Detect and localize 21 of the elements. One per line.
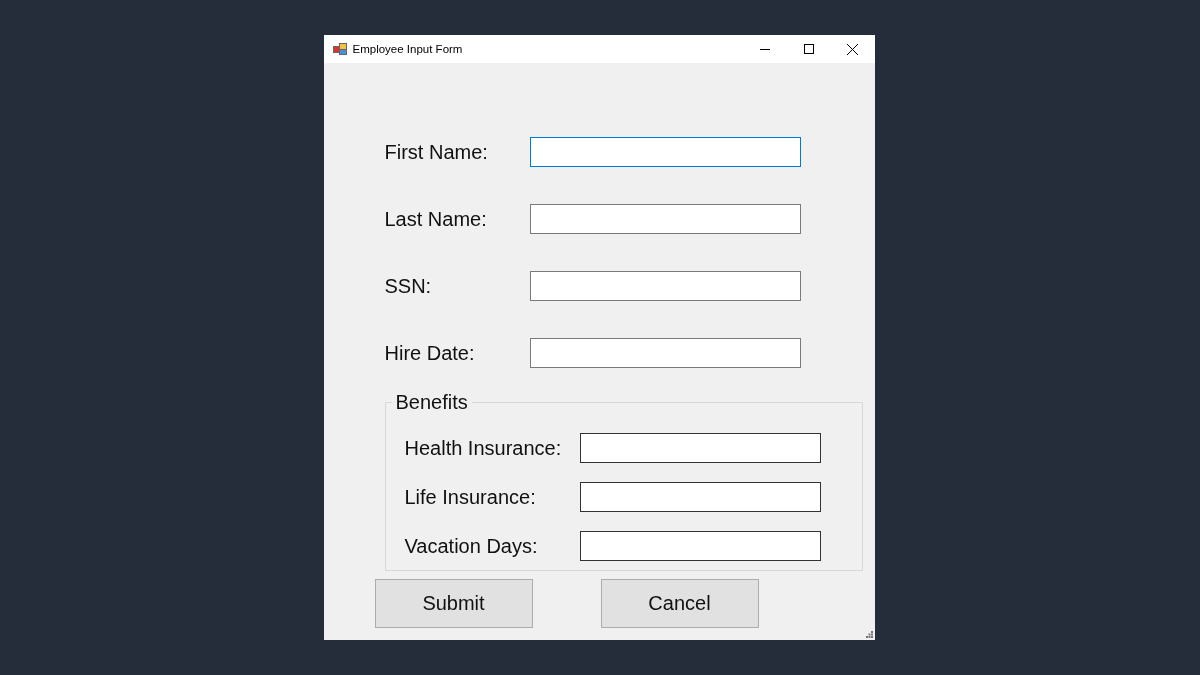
window-title: Employee Input Form	[352, 43, 464, 55]
resize-grip-icon	[865, 631, 873, 638]
input-field[interactable]	[529, 137, 801, 167]
input-field[interactable]	[529, 204, 801, 234]
field-label: Hire Date:	[384, 341, 476, 365]
input-field[interactable]	[579, 482, 821, 512]
field-label: SSN:	[384, 274, 433, 298]
close-icon	[847, 43, 858, 55]
field-label: First Name:	[384, 140, 489, 164]
input-field[interactable]	[529, 338, 801, 368]
field-label: Last Name:	[384, 207, 488, 231]
field-label: Life Insurance:	[404, 485, 537, 509]
field-label: Health Insurance:	[404, 436, 563, 460]
field-label: Vacation Days:	[404, 534, 539, 558]
input-field[interactable]	[579, 433, 821, 463]
input-field[interactable]	[579, 531, 821, 561]
app-icon	[332, 43, 347, 55]
maximize-icon	[803, 44, 814, 54]
input-field[interactable]	[529, 271, 801, 301]
form-button[interactable]: Cancel	[600, 579, 759, 628]
form-button[interactable]: Submit	[374, 579, 533, 628]
